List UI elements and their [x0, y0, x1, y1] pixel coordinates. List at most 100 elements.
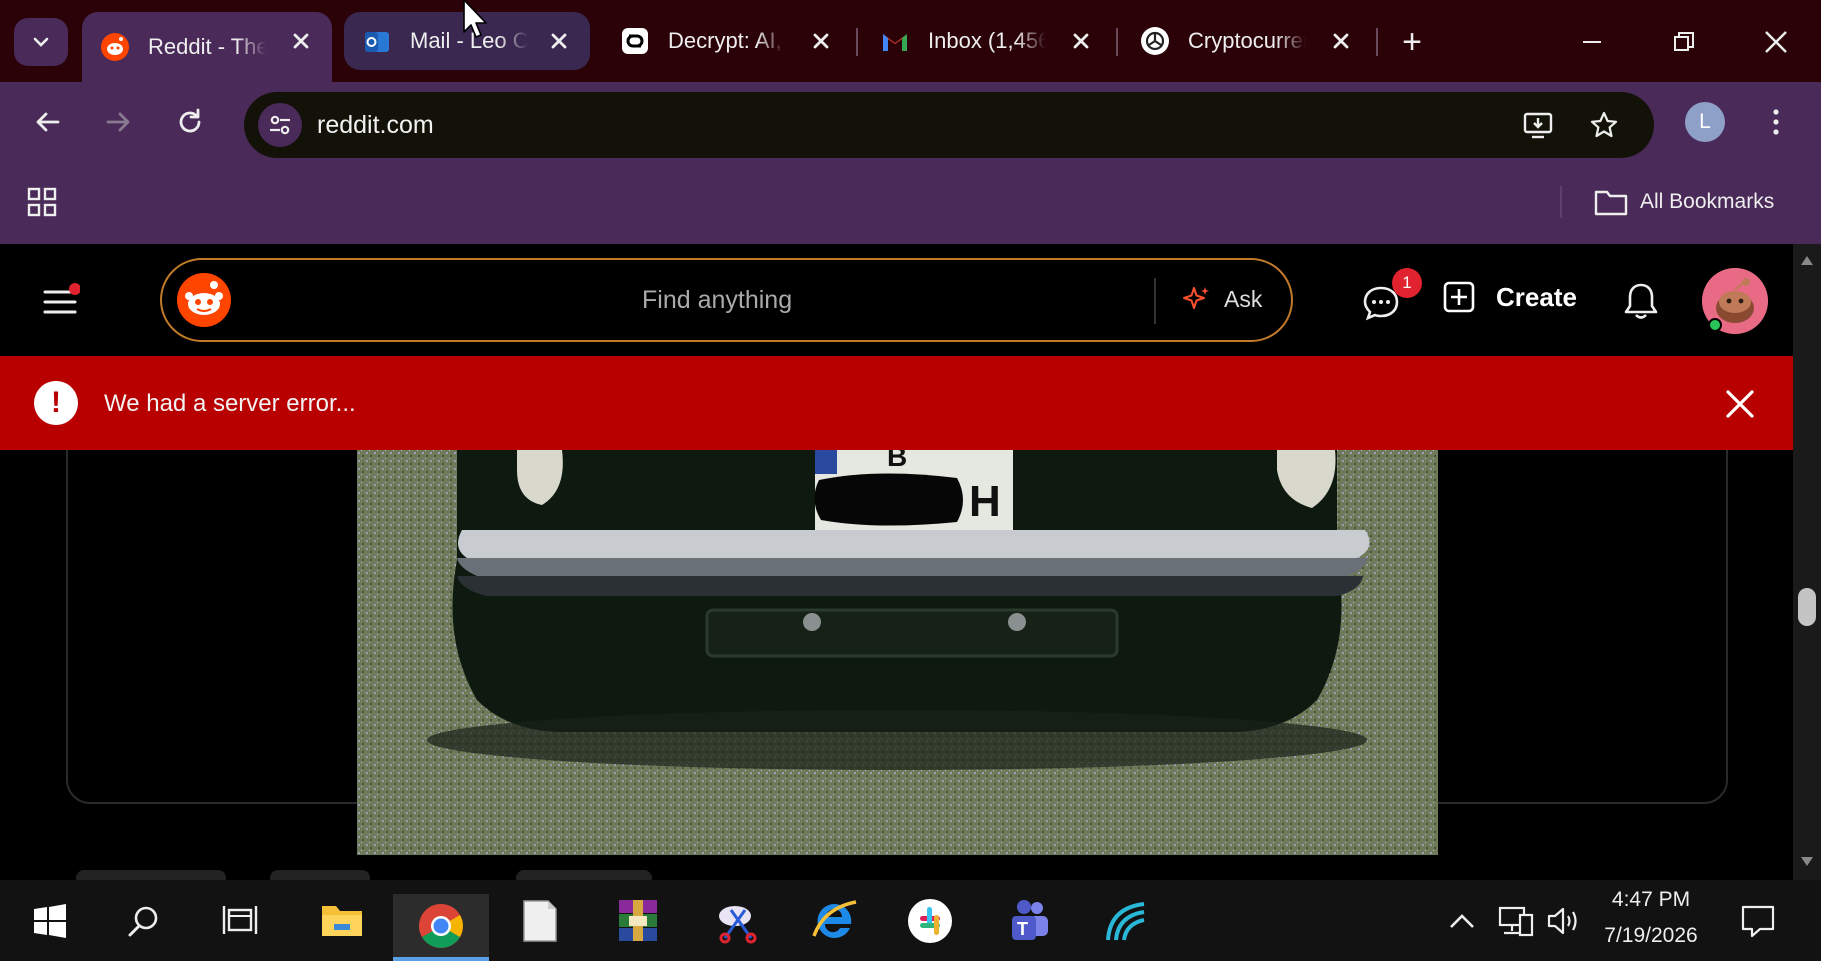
close-window-button[interactable]: [1754, 20, 1798, 64]
wave-app-icon: [1106, 902, 1145, 941]
server-error-banner: ! We had a server error...: [0, 356, 1793, 450]
notepad-button[interactable]: [512, 894, 568, 948]
ask-button[interactable]: Ask: [1182, 284, 1262, 314]
task-view-button[interactable]: [212, 894, 268, 948]
chevron-down-icon: [33, 37, 49, 47]
reddit-logo-icon[interactable]: [176, 272, 232, 328]
winrar-button[interactable]: [610, 894, 666, 948]
site-info-button[interactable]: [258, 103, 302, 147]
bookmark-star-button[interactable]: [1582, 103, 1626, 147]
scrollbar-thumb[interactable]: [1798, 588, 1816, 626]
snipping-tool-button[interactable]: [710, 894, 766, 948]
online-status-dot: [1708, 318, 1722, 332]
error-message: We had a server error...: [104, 390, 356, 417]
show-hidden-icons-button[interactable]: [1440, 894, 1484, 948]
tab-reddit[interactable]: Reddit - The heart of the internet: [82, 12, 332, 82]
file-explorer-button[interactable]: [314, 894, 370, 948]
create-post-button[interactable]: Create: [1442, 280, 1577, 314]
bookmarks-separator: [1560, 186, 1562, 218]
mouse-cursor-icon: [463, 0, 487, 38]
minimize-button[interactable]: [1570, 20, 1614, 64]
back-button[interactable]: [26, 100, 70, 144]
notifications-button[interactable]: [1616, 276, 1666, 326]
url-text[interactable]: reddit.com: [317, 111, 434, 140]
ask-label: Ask: [1224, 285, 1263, 312]
restore-button[interactable]: [1662, 20, 1706, 64]
dismiss-error-button[interactable]: [1718, 382, 1762, 426]
post-action-chip[interactable]: [516, 870, 652, 880]
apps-button[interactable]: [20, 180, 64, 224]
tab-gmail[interactable]: Inbox (1,456): [862, 12, 1112, 70]
install-icon: [1523, 112, 1553, 139]
all-bookmarks-button[interactable]: All Bookmarks: [1594, 188, 1774, 216]
install-app-button[interactable]: [1516, 103, 1560, 147]
chatgpt-icon: [1141, 27, 1169, 55]
tab-title: Cryptocurrency: [1188, 28, 1306, 53]
search-bar[interactable]: Find anything Ask: [160, 258, 1293, 342]
scroll-down-icon[interactable]: [1800, 856, 1814, 868]
browser-toolbar: reddit.com L: [0, 82, 1821, 162]
apps-grid-icon: [27, 187, 57, 217]
teams-button[interactable]: T: [1000, 894, 1056, 948]
post-image[interactable]: B H: [357, 450, 1438, 855]
taskbar-date[interactable]: 7/19/2026: [1592, 924, 1710, 948]
task-view-icon: [222, 906, 258, 934]
tab-title: Inbox (1,456): [928, 28, 1046, 53]
close-icon[interactable]: [1066, 26, 1096, 56]
search-divider: [1154, 278, 1156, 324]
arrow-left-icon: [36, 112, 60, 132]
forward-button[interactable]: [96, 100, 140, 144]
search-placeholder[interactable]: Find anything: [642, 286, 792, 315]
close-icon[interactable]: [286, 26, 316, 56]
close-icon: [1765, 31, 1787, 53]
minimize-icon: [1583, 41, 1601, 43]
scroll-up-icon[interactable]: [1800, 254, 1814, 266]
tab-separator: [1116, 28, 1118, 56]
slack-icon: [908, 899, 952, 943]
reload-button[interactable]: [168, 100, 212, 144]
tab-cryptocurrency[interactable]: Cryptocurrency: [1122, 12, 1372, 70]
chrome-icon: [419, 903, 463, 948]
app-wave-button[interactable]: [1098, 894, 1154, 948]
browser-menu-button[interactable]: [1754, 100, 1798, 144]
menu-icon: [43, 283, 80, 314]
teams-icon: T: [1012, 900, 1048, 940]
restore-icon: [1674, 32, 1694, 51]
internet-explorer-button[interactable]: [806, 894, 862, 948]
close-icon[interactable]: [544, 26, 574, 56]
slack-button[interactable]: [902, 894, 958, 948]
profile-avatar[interactable]: L: [1685, 102, 1725, 142]
tab-title: Decrypt: AI, Crypto News: [668, 28, 786, 53]
chrome-taskbar-button[interactable]: [393, 894, 489, 961]
tab-title: Reddit - The heart of the internet: [148, 34, 266, 59]
more-vert-icon: [1773, 109, 1779, 135]
address-bar[interactable]: reddit.com: [244, 92, 1654, 158]
bell-icon: [1624, 283, 1658, 319]
gmail-icon: [883, 34, 907, 51]
volume-button[interactable]: [1540, 894, 1588, 948]
taskbar-time[interactable]: 4:47 PM: [1596, 888, 1706, 912]
speaker-icon: [1547, 907, 1577, 935]
close-icon[interactable]: [806, 26, 836, 56]
close-icon[interactable]: [1326, 26, 1356, 56]
action-center-button[interactable]: [1732, 894, 1784, 948]
chevron-up-icon: [1450, 914, 1474, 928]
post-action-chip[interactable]: [270, 870, 370, 880]
close-icon: [1726, 390, 1754, 418]
scissors-icon: [719, 906, 757, 944]
tab-search-button[interactable]: [14, 18, 68, 66]
all-bookmarks-label: All Bookmarks: [1640, 190, 1775, 213]
post-action-chip[interactable]: [76, 870, 226, 880]
browser-tab-strip: Reddit - The heart of the internet Mail …: [0, 0, 1821, 82]
start-button[interactable]: [22, 894, 78, 948]
new-tab-button[interactable]: +: [1390, 20, 1434, 64]
page-scrollbar[interactable]: [1793, 244, 1821, 880]
tab-decrypt[interactable]: Decrypt: AI, Crypto News: [602, 12, 852, 70]
network-button[interactable]: [1492, 894, 1540, 948]
folder-icon: [1594, 190, 1628, 216]
search-button[interactable]: [116, 894, 172, 948]
reddit-header: Find anything Ask 1 Create: [0, 244, 1793, 356]
tab-separator: [1376, 28, 1378, 56]
car-rear-photo: B H: [357, 450, 1438, 855]
hamburger-menu-button[interactable]: [38, 280, 82, 324]
